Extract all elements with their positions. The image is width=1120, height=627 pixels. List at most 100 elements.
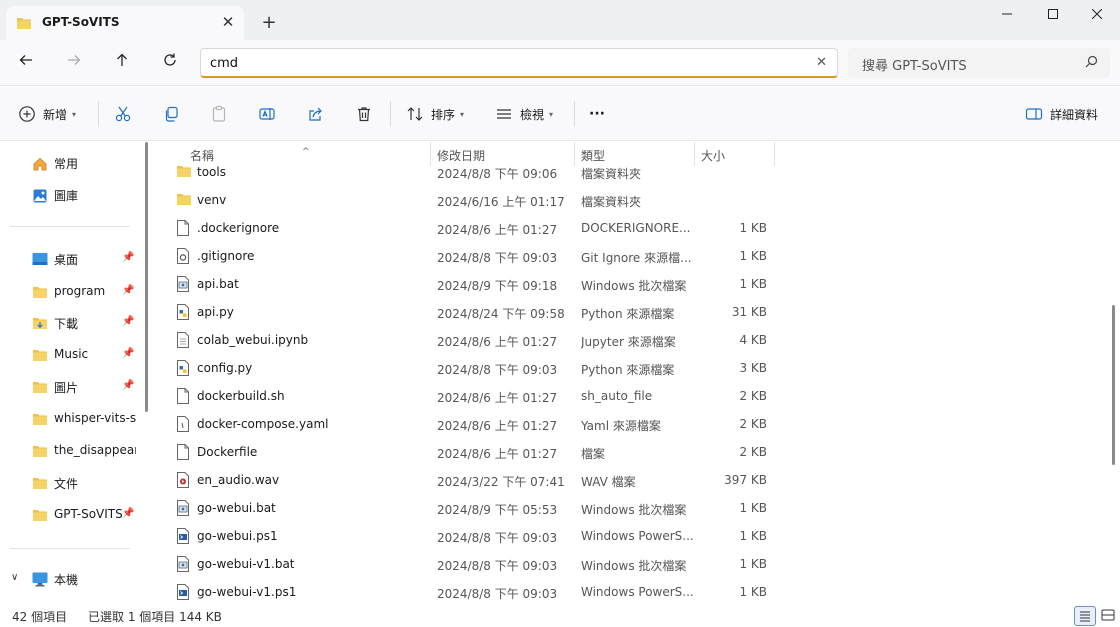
- sidebar-item-pictures[interactable]: 圖片 📌: [0, 374, 140, 400]
- folder-icon: [32, 508, 48, 525]
- folder-icon: [32, 476, 48, 493]
- file-row[interactable]: venv 2024/6/16 上午 01:17 檔案資料夾: [156, 186, 776, 214]
- file-row[interactable]: tools 2024/8/8 下午 09:06 檔案資料夾: [156, 158, 776, 186]
- forward-button[interactable]: [60, 50, 88, 76]
- file-row[interactable]: go-webui-v1.ps1 2024/8/8 下午 09:03 Windows …: [156, 578, 776, 604]
- sidebar-item-label: 文件: [54, 477, 79, 491]
- close-tab-icon[interactable]: ✕: [218, 12, 238, 32]
- folder-icon: [32, 412, 48, 429]
- file-name: en_audio.wav: [197, 473, 280, 487]
- file-row[interactable]: .dockerignore 2024/8/6 上午 01:27 DOCKERIGNO…: [156, 214, 776, 242]
- share-button[interactable]: [306, 103, 324, 125]
- file-row[interactable]: en_audio.wav 2024/3/22 下午 07:41 WAV 檔案 397 …: [156, 466, 776, 494]
- copy-button[interactable]: [162, 103, 180, 125]
- maximize-button[interactable]: [1030, 0, 1076, 30]
- file-name: go-webui-v1.ps1: [197, 585, 297, 599]
- tiles-view-button[interactable]: [1098, 606, 1120, 626]
- toolbar-divider: [574, 101, 575, 127]
- details-pane-button[interactable]: 詳細資料: [1025, 103, 1098, 125]
- minimize-button[interactable]: [984, 0, 1030, 30]
- file-row[interactable]: go-webui.bat 2024/8/9 下午 05:53 Windows 批次檔…: [156, 494, 776, 522]
- folder-icon: [32, 285, 48, 302]
- cut-button[interactable]: [114, 103, 132, 125]
- chevron-down-icon[interactable]: ∨: [11, 572, 18, 583]
- pin-icon[interactable]: 📌: [122, 380, 134, 391]
- file-row[interactable]: go-webui.ps1 2024/8/8 下午 09:03 Windows Pow…: [156, 522, 776, 550]
- pin-icon[interactable]: 📌: [122, 252, 134, 263]
- sidebar-scrollbar[interactable]: [145, 142, 148, 412]
- pin-icon[interactable]: 📌: [122, 508, 134, 519]
- file-row[interactable]: config.py 2024/8/8 下午 09:03 Python 來源檔案 3 K…: [156, 354, 776, 382]
- sidebar-item-this-pc[interactable]: ∨ 本機: [0, 566, 140, 592]
- sort-icon: [406, 105, 424, 123]
- view-button[interactable]: 檢視 ▾: [495, 103, 553, 125]
- sidebar-item-desktop[interactable]: 桌面 📌: [0, 246, 140, 272]
- sidebar-item-the-disappearance[interactable]: the_disappearance: [0, 438, 140, 464]
- paste-button[interactable]: [210, 103, 228, 125]
- pin-icon[interactable]: 📌: [122, 285, 134, 296]
- file-row[interactable]: dockerbuild.sh 2024/8/6 上午 01:27 sh_auto_f…: [156, 382, 776, 410]
- sidebar-item-home[interactable]: 常用: [0, 150, 140, 176]
- python-file-icon: [176, 360, 190, 379]
- sidebar-item-gallery[interactable]: 圖庫: [0, 182, 140, 208]
- sidebar-item-music[interactable]: Music 📌: [0, 342, 140, 368]
- search-box[interactable]: 搜尋 GPT-SoVITS: [848, 48, 1110, 78]
- file-name: Dockerfile: [197, 445, 258, 459]
- file-size: 1 KB: [739, 529, 767, 543]
- close-window-button[interactable]: [1074, 0, 1120, 30]
- trash-icon: [355, 105, 373, 123]
- refresh-button[interactable]: [156, 50, 184, 76]
- rename-button[interactable]: [258, 103, 276, 125]
- navigation-bar: ✕ 搜尋 GPT-SoVITS: [0, 40, 1120, 86]
- sidebar-item-documents[interactable]: 文件: [0, 470, 140, 496]
- delete-button[interactable]: [355, 103, 373, 125]
- details-view-button[interactable]: [1074, 606, 1096, 626]
- pin-icon[interactable]: 📌: [122, 348, 134, 359]
- pin-icon[interactable]: 📌: [122, 316, 134, 327]
- folder-icon: [32, 348, 48, 365]
- file-size: 1 KB: [739, 249, 767, 263]
- sidebar-item-program[interactable]: program 📌: [0, 279, 140, 305]
- file-row[interactable]: .gitignore 2024/8/8 下午 09:03 Git Ignore 來源…: [156, 242, 776, 270]
- file-type: WAV 檔案: [581, 475, 636, 489]
- more-options-button[interactable]: ···: [589, 103, 605, 125]
- clear-address-icon[interactable]: ✕: [816, 55, 827, 70]
- address-input[interactable]: [210, 53, 800, 73]
- sidebar-item-label: the_disappearance: [54, 443, 136, 457]
- file-icon: [176, 444, 190, 463]
- search-icon: [1085, 55, 1098, 71]
- tab-gpt-sovits[interactable]: GPT-SoVITS ✕: [6, 6, 244, 40]
- command-bar: 新增 ▾ 排序 ▾ 檢視 ▾ ··· 詳細資料: [0, 87, 1120, 141]
- sidebar-item-gpt-sovits[interactable]: GPT-SoVITS 📌: [0, 502, 140, 528]
- file-type: sh_auto_file: [581, 389, 653, 403]
- folder-icon: [176, 164, 192, 181]
- back-button[interactable]: [12, 50, 40, 76]
- file-date: 2024/8/6 上午 01:27: [437, 335, 558, 349]
- new-button[interactable]: 新增 ▾: [18, 103, 76, 125]
- audio-file-icon: [176, 472, 190, 491]
- file-name: api.bat: [197, 277, 239, 291]
- file-row[interactable]: api.bat 2024/8/9 下午 09:18 Windows 批次檔案 1 KB: [156, 270, 776, 298]
- sidebar-item-downloads[interactable]: 下載 📌: [0, 310, 140, 336]
- chevron-down-icon: ▾: [460, 109, 465, 119]
- chevron-down-icon: ▾: [549, 109, 554, 119]
- scissors-icon: [114, 105, 132, 123]
- file-row[interactable]: Dockerfile 2024/8/6 上午 01:27 檔案 2 KB: [156, 438, 776, 466]
- file-row[interactable]: api.py 2024/8/24 下午 09:58 Python 來源檔案 31 KB: [156, 298, 776, 326]
- sort-button[interactable]: 排序 ▾: [406, 103, 464, 125]
- file-date: 2024/8/8 下午 09:03: [437, 559, 558, 573]
- file-size: 1 KB: [739, 221, 767, 235]
- file-date: 2024/8/6 上午 01:27: [437, 391, 558, 405]
- file-list-scrollbar[interactable]: [1112, 305, 1115, 465]
- sidebar-item-whisper-vits-svc[interactable]: whisper-vits-svc: [0, 406, 140, 432]
- new-tab-button[interactable]: +: [258, 12, 280, 34]
- file-date: 2024/3/22 下午 07:41: [437, 475, 565, 489]
- file-row[interactable]: colab_webui.ipynb 2024/8/6 上午 01:27 Jupyte…: [156, 326, 776, 354]
- address-bar[interactable]: ✕: [200, 48, 838, 78]
- sidebar-divider: [10, 548, 130, 549]
- up-button[interactable]: [108, 50, 136, 76]
- file-row[interactable]: docker-compose.yaml 2024/8/6 上午 01:27 Yaml…: [156, 410, 776, 438]
- file-size: 31 KB: [731, 305, 767, 319]
- file-row[interactable]: go-webui-v1.bat 2024/8/8 下午 09:03 Windows …: [156, 550, 776, 578]
- batch-file-icon: [176, 556, 190, 575]
